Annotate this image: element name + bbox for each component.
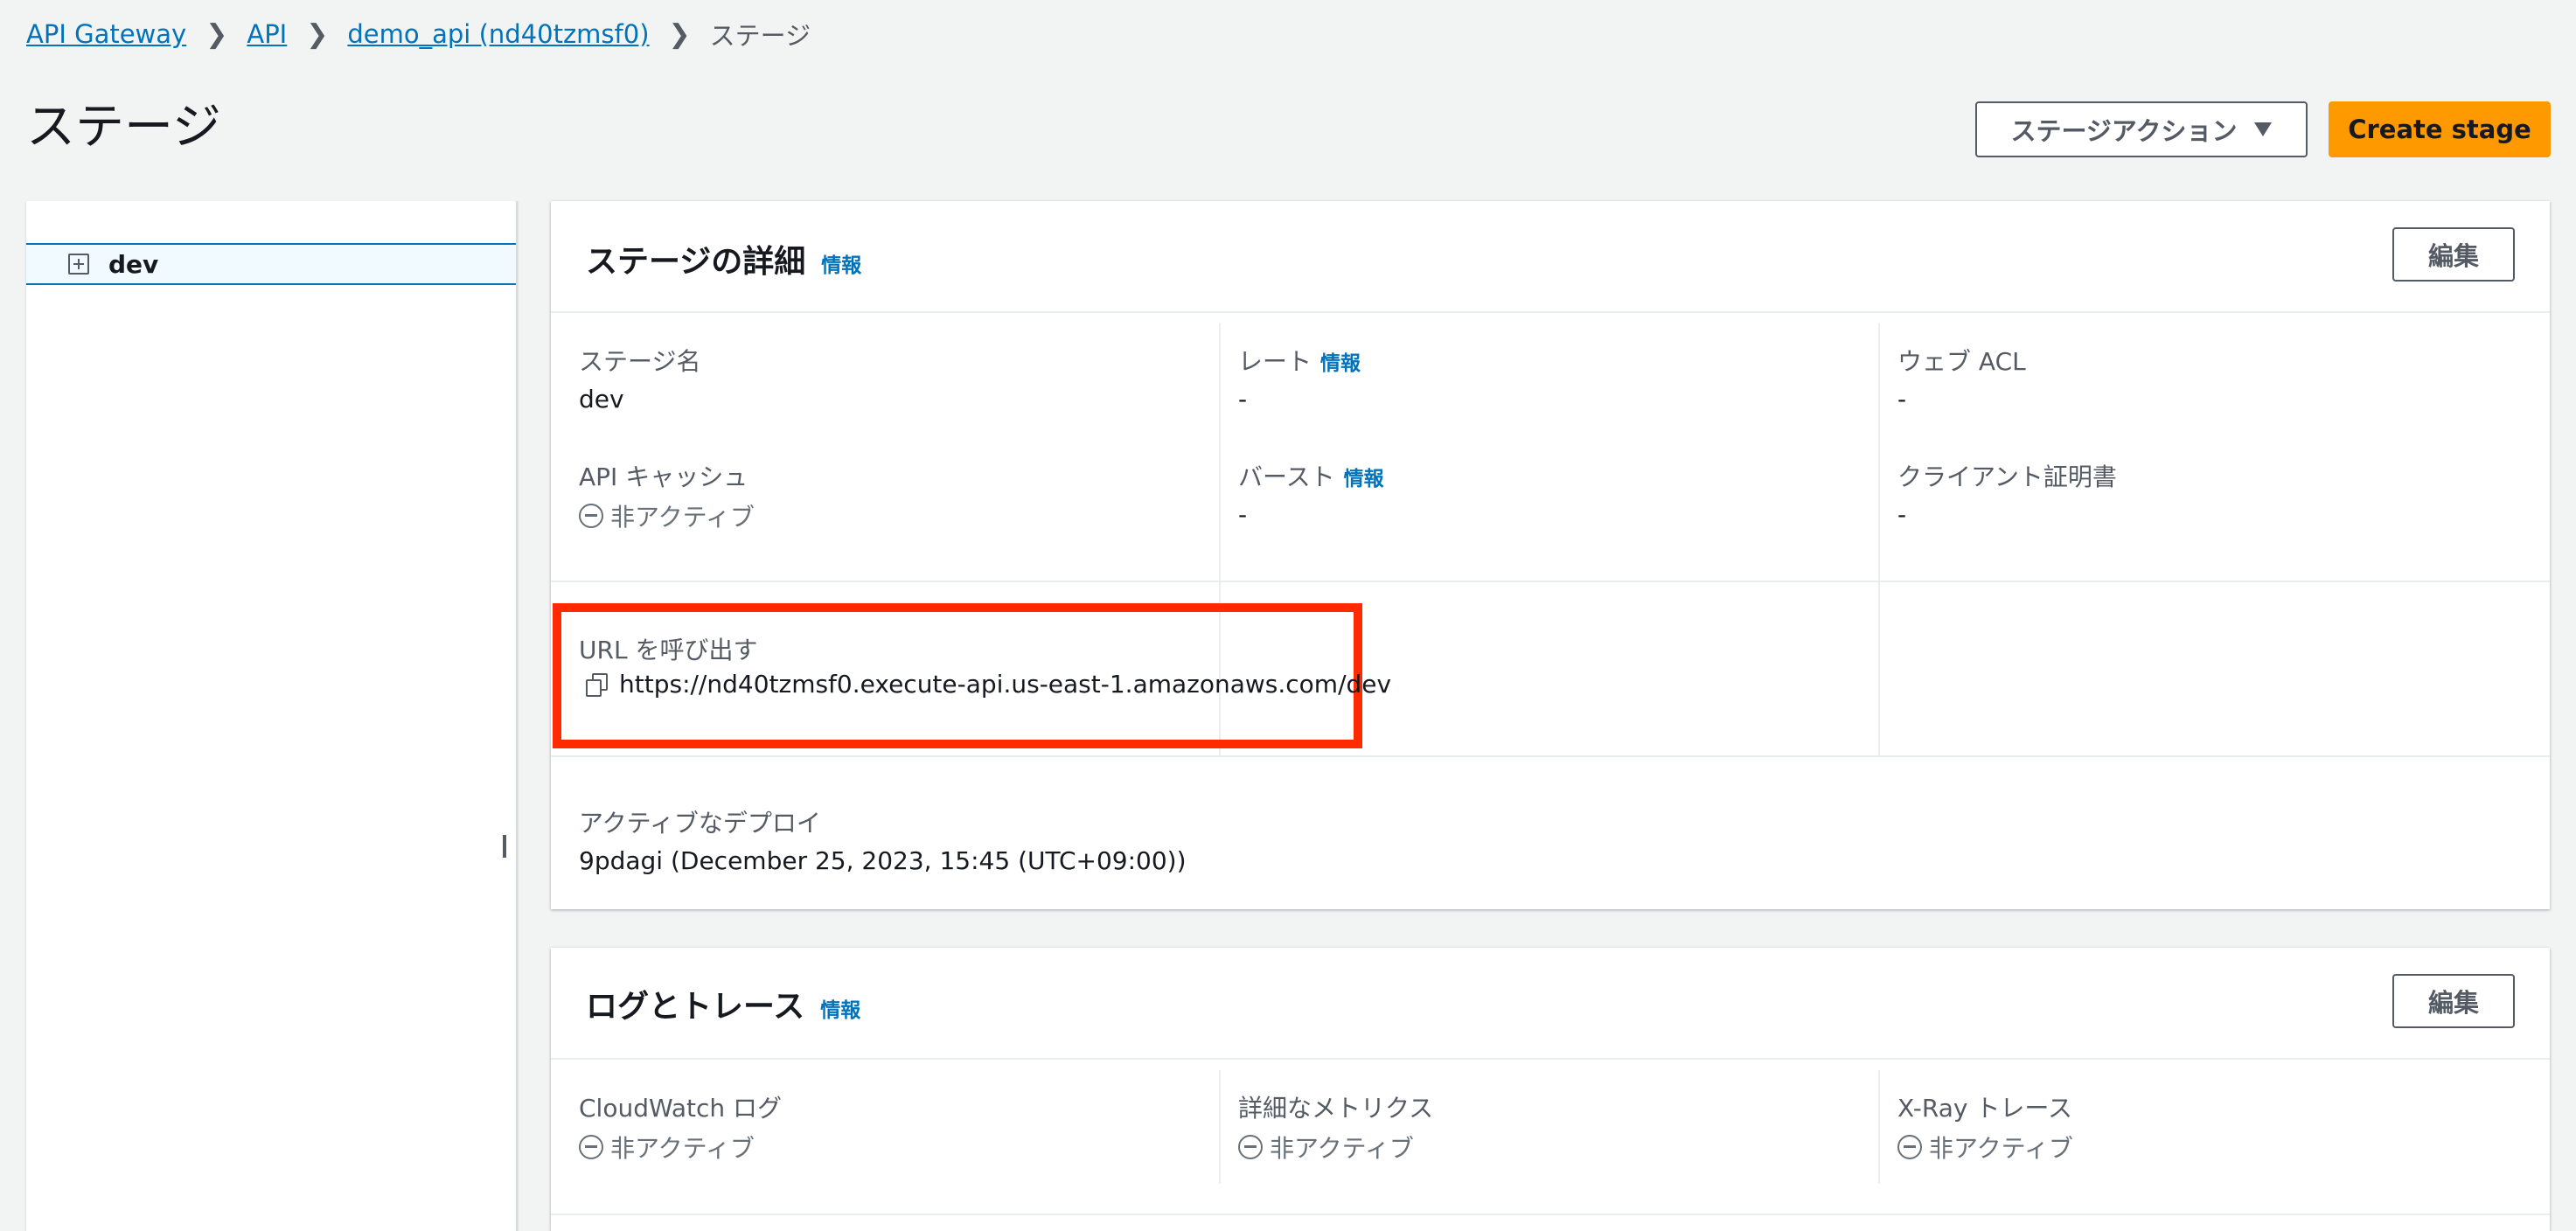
xray-value: 非アクティブ (1929, 1134, 2073, 1163)
chevron-right-icon: ❯ (306, 18, 329, 50)
api-cache-label: API キャッシュ (579, 462, 748, 491)
info-link[interactable]: 情報 (821, 248, 861, 278)
invoke-url-value[interactable]: https://nd40tzmsf0.execute-api.us-east-1… (619, 670, 1391, 699)
column-divider (1219, 1070, 1221, 1184)
breadcrumb-current: ステージ (709, 21, 811, 51)
divider (551, 1058, 2550, 1060)
logs-tracing-card: ログとトレース 情報 編集 CloudWatch ログ 非アクティブ 詳細なメト… (551, 948, 2550, 1231)
copy-icon[interactable] (584, 671, 610, 698)
info-link[interactable]: 情報 (1344, 462, 1384, 491)
caret-down-icon (2254, 122, 2273, 136)
breadcrumb: API Gateway ❯ API ❯ demo_api (nd40tzmsf0… (26, 16, 811, 52)
card-header: ログとトレース 情報 (586, 981, 860, 1026)
active-deploy-label: アクティブなデプロイ (579, 809, 821, 838)
column-divider (1878, 1070, 1880, 1184)
info-link[interactable]: 情報 (820, 993, 860, 1023)
tree-item-label: dev (108, 249, 159, 279)
cloudwatch-value: 非アクティブ (610, 1134, 755, 1163)
invoke-url-row: https://nd40tzmsf0.execute-api.us-east-1… (584, 670, 1391, 699)
burst-value: - (1238, 500, 1248, 529)
cloudwatch-label: CloudWatch ログ (579, 1094, 783, 1123)
expand-plus-icon[interactable] (68, 254, 89, 275)
divider (551, 581, 2550, 582)
metrics-label: 詳細なメトリクス (1238, 1094, 1434, 1123)
xray-status: 非アクティブ (1897, 1130, 2073, 1165)
stage-tree-panel: dev (26, 201, 518, 1231)
breadcrumb-link-api[interactable]: API (247, 19, 287, 49)
tree-item-dev[interactable]: dev (26, 243, 516, 285)
logs-tracing-title: ログとトレース (586, 989, 805, 1025)
burst-label: バースト (1238, 462, 1335, 491)
divider (551, 1214, 2550, 1215)
divider (551, 311, 2550, 313)
edit-button[interactable]: 編集 (2392, 974, 2515, 1028)
status-inactive-icon (579, 1135, 603, 1159)
status-inactive-icon (1897, 1135, 1922, 1159)
stage-actions-label: ステージアクション (2010, 116, 2238, 146)
page-title: ステージ (26, 99, 221, 156)
rate-value: - (1238, 385, 1248, 414)
metrics-value: 非アクティブ (1270, 1134, 1414, 1163)
active-deploy-value: 9pdagi (December 25, 2023, 15:45 (UTC+09… (579, 846, 1187, 875)
edit-button[interactable]: 編集 (2392, 227, 2515, 282)
stage-name-value: dev (579, 385, 624, 414)
metrics-status: 非アクティブ (1238, 1130, 1414, 1165)
stage-name-label: ステージ名 (579, 347, 701, 376)
xray-label: X-Ray トレース (1897, 1094, 2072, 1123)
client-cert-value: - (1897, 500, 1907, 529)
breadcrumb-link-demo-api[interactable]: demo_api (nd40tzmsf0) (347, 19, 649, 49)
status-inactive-icon (579, 504, 603, 528)
burst-label-group: バースト 情報 (1238, 458, 1384, 493)
rate-label: レート (1238, 347, 1312, 376)
rate-label-group: レート 情報 (1238, 343, 1361, 378)
api-cache-status: 非アクティブ (579, 498, 755, 533)
api-cache-value: 非アクティブ (610, 503, 755, 532)
client-cert-label: クライアント証明書 (1897, 462, 2117, 491)
invoke-url-label: URL を呼び出す (579, 636, 758, 664)
web-acl-label: ウェブ ACL (1897, 347, 2026, 376)
info-link[interactable]: 情報 (1320, 346, 1361, 376)
panel-resize-handle[interactable] (503, 835, 506, 858)
stage-details-title: ステージの詳細 (586, 244, 806, 280)
chevron-right-icon: ❯ (668, 18, 691, 50)
web-acl-value: - (1897, 385, 1907, 414)
stage-actions-dropdown[interactable]: ステージアクション (1975, 101, 2308, 157)
card-header: ステージの詳細 情報 (586, 236, 861, 282)
status-inactive-icon (1238, 1135, 1263, 1159)
stage-details-card: ステージの詳細 情報 編集 ステージ名 dev API キャッシュ 非アクティブ… (551, 201, 2550, 909)
divider (551, 755, 2550, 757)
chevron-right-icon: ❯ (205, 18, 228, 50)
breadcrumb-link-api-gateway[interactable]: API Gateway (26, 19, 186, 49)
column-divider (1878, 323, 1880, 757)
cloudwatch-status: 非アクティブ (579, 1130, 755, 1165)
create-stage-button[interactable]: Create stage (2329, 101, 2551, 157)
